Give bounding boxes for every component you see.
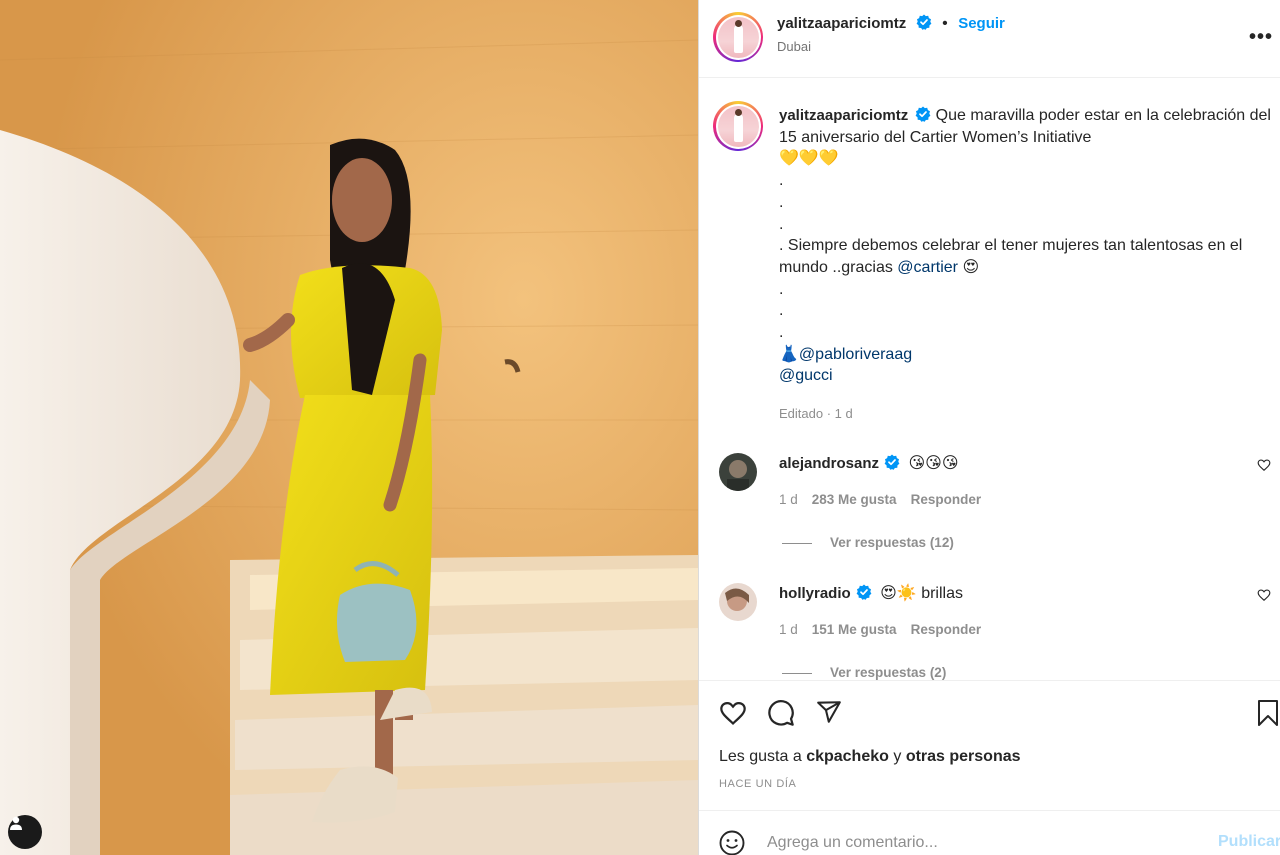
add-comment-bar: Publicar (699, 810, 1280, 855)
user-tag-icon[interactable] (8, 815, 42, 849)
likes-summary: Les gusta a ckpacheko y otras personas (719, 748, 1021, 766)
person-icon (10, 816, 22, 830)
comment-body: 😘😘😘 (908, 455, 959, 472)
verified-badge-icon (916, 14, 932, 30)
comment-input[interactable] (767, 831, 1187, 855)
likes-others-link[interactable]: otras personas (906, 748, 1021, 765)
commenter-avatar[interactable] (719, 583, 757, 621)
comment-text: alejandrosanz 😘😘😘 (779, 453, 959, 473)
caption-emoji-love: 😍 (962, 258, 980, 276)
view-replies-button[interactable]: Ver respuestas (2) (782, 665, 946, 680)
caption-author-avatar[interactable] (713, 101, 763, 151)
verified-badge-icon (856, 584, 872, 600)
comment-age: 1 d (779, 492, 798, 507)
caption-dot: . (779, 302, 784, 320)
caption-dot: . (779, 215, 784, 233)
likes-prefix: Les gusta a (719, 748, 802, 765)
liker-username[interactable]: ckpacheko (806, 748, 889, 765)
smiley-icon[interactable] (719, 830, 745, 855)
commenter-avatar[interactable] (719, 453, 757, 491)
view-replies-label[interactable]: Ver respuestas (12) (830, 535, 954, 550)
post-header: yalitzaapariciomtz • Seguir Dubai ••• (699, 0, 1280, 78)
view-replies-button[interactable]: Ver respuestas (12) (782, 535, 954, 550)
comment-body: 😍☀️ brillas (880, 585, 963, 602)
caption-edited-time: Editado · 1 d (779, 406, 853, 422)
verified-badge-icon (915, 106, 931, 122)
comment-text: hollyradio 😍☀️ brillas (779, 583, 963, 603)
caption-line-2: . Siempre debemos celebrar el tener muje… (779, 237, 1243, 276)
post-timestamp[interactable]: HACE UN DÍA (719, 778, 797, 790)
caption-dot: . (779, 193, 784, 211)
comment-meta: 1 d 151 Me gusta Responder (779, 622, 995, 637)
photo-illustration (0, 0, 698, 855)
comment-meta: 1 d 283 Me gusta Responder (779, 492, 995, 507)
separator-dot: • (942, 15, 948, 32)
comment-age: 1 d (779, 622, 798, 637)
caption-dot: . (779, 324, 784, 342)
author-username[interactable]: yalitzaapariciomtz (777, 15, 906, 32)
dress-emoji: 👗 (779, 345, 799, 363)
verified-badge-icon (884, 454, 900, 470)
caption-dot: . (779, 280, 784, 298)
commenter-username[interactable]: hollyradio (779, 585, 851, 602)
heart-icon[interactable] (718, 699, 748, 727)
caption-dot: . (779, 172, 784, 190)
replies-divider-line (782, 672, 812, 674)
reply-button[interactable]: Responder (911, 622, 982, 637)
replies-divider-line (782, 542, 812, 544)
author-avatar[interactable] (713, 12, 763, 62)
follow-button[interactable]: Seguir (958, 15, 1005, 32)
send-icon[interactable] (815, 699, 843, 725)
mention-cartier[interactable]: @cartier (897, 259, 958, 276)
caption-author-username[interactable]: yalitzaapariciomtz (779, 107, 908, 124)
more-options-icon[interactable]: ••• (1249, 26, 1273, 49)
comments-list[interactable]: yalitzaapariciomtz Que maravilla poder e… (699, 79, 1280, 680)
comment-likes[interactable]: 283 Me gusta (812, 492, 897, 507)
comment-likes[interactable]: 151 Me gusta (812, 622, 897, 637)
post-actions: Les gusta a ckpacheko y otras personas H… (699, 680, 1280, 810)
post-detail-panel: yalitzaapariciomtz • Seguir Dubai ••• ya… (698, 0, 1280, 855)
likes-connector: y (893, 748, 902, 765)
reply-button[interactable]: Responder (911, 492, 982, 507)
view-replies-label[interactable]: Ver respuestas (2) (830, 665, 946, 680)
post-photo[interactable] (0, 0, 698, 855)
comment-icon[interactable] (766, 699, 796, 727)
comment-like-heart-icon[interactable] (1257, 458, 1271, 472)
publish-button[interactable]: Publicar (1218, 833, 1280, 851)
mention-gucci[interactable]: @gucci (779, 367, 833, 384)
comment-like-heart-icon[interactable] (1257, 588, 1271, 602)
caption-hearts: 💛💛💛 (779, 150, 839, 168)
post-caption: yalitzaapariciomtz Que maravilla poder e… (779, 105, 1274, 425)
post-location[interactable]: Dubai (777, 39, 811, 54)
bookmark-icon[interactable] (1256, 699, 1280, 727)
commenter-username[interactable]: alejandrosanz (779, 455, 879, 472)
mention-pabloriveraag[interactable]: @pabloriveraag (799, 346, 912, 363)
